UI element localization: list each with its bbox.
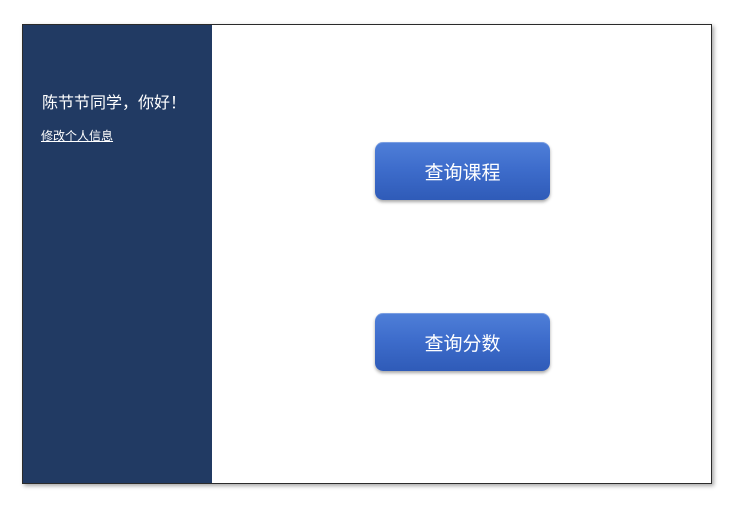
edit-profile-link[interactable]: 修改个人信息 [41,128,113,144]
main-panel: 查询课程 查询分数 [212,25,711,483]
sidebar: 陈节节同学，你好！ 修改个人信息 [23,25,212,483]
query-scores-button[interactable]: 查询分数 [375,313,550,371]
greeting-text: 陈节节同学，你好！ [42,93,187,112]
app-window: 陈节节同学，你好！ 修改个人信息 查询课程 查询分数 [22,24,712,484]
query-courses-button[interactable]: 查询课程 [375,142,550,200]
